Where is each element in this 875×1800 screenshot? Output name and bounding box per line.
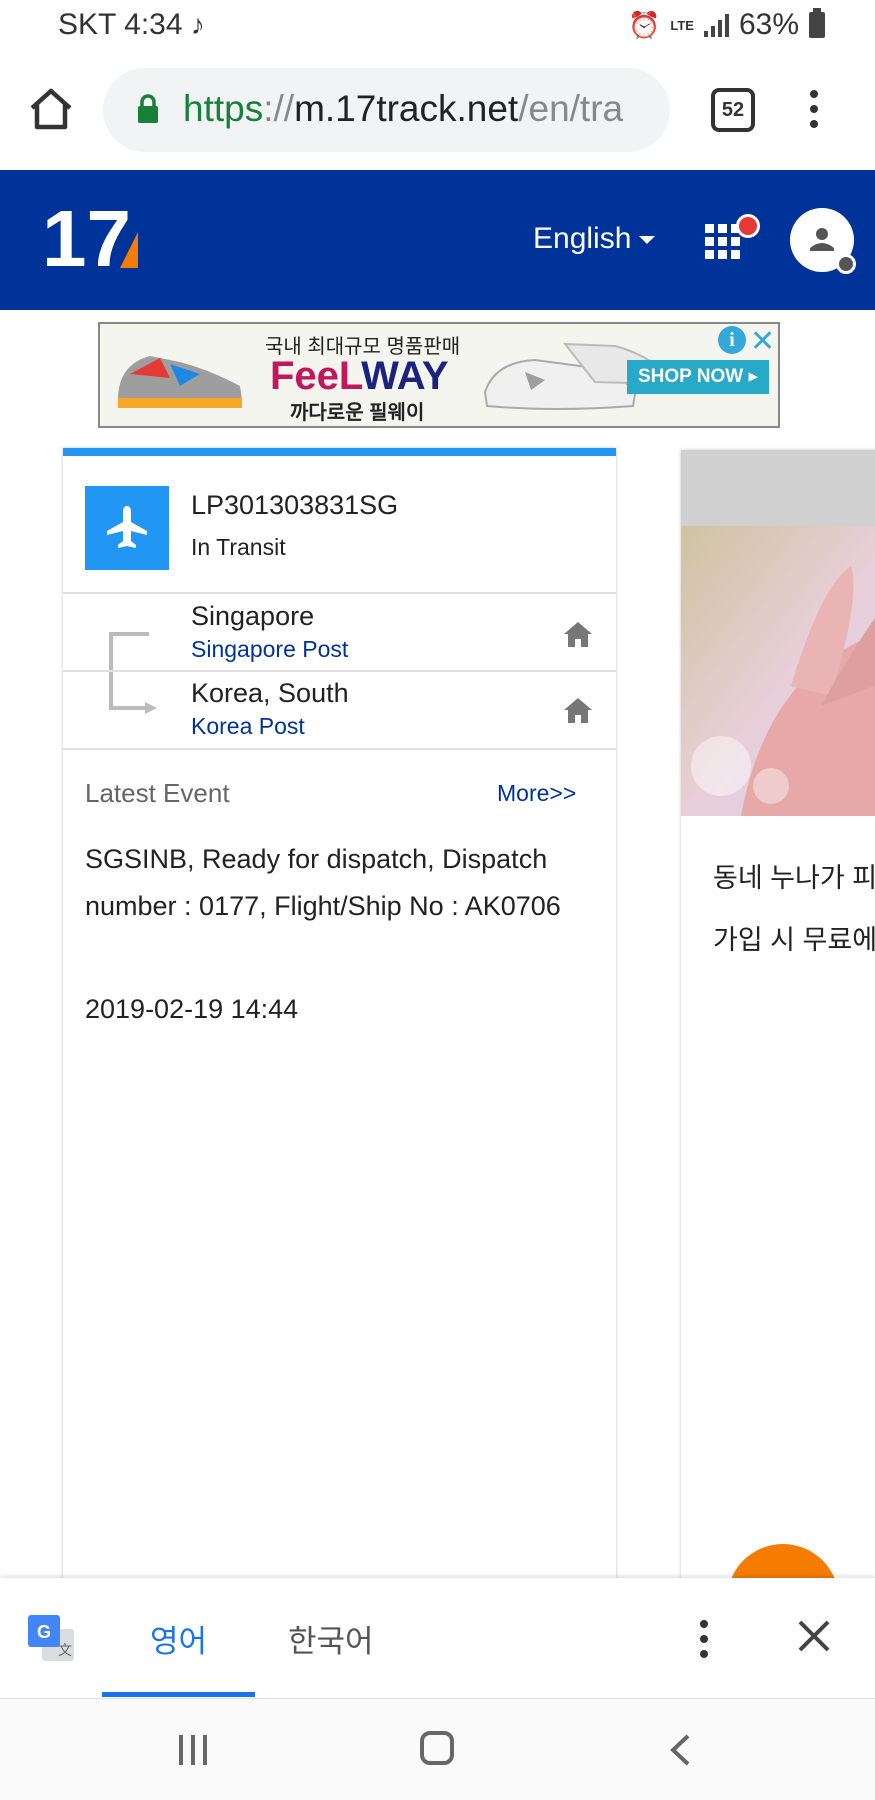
url-text: https://m.17track.net/en/tra bbox=[183, 88, 624, 129]
tab-source-language[interactable]: 영어 bbox=[150, 1616, 207, 1661]
17track-logo[interactable]: 17 bbox=[42, 198, 142, 278]
ad-brand: FeeLWAY bbox=[270, 354, 449, 398]
browser-toolbar: https://m.17track.net/en/tra 52 bbox=[0, 52, 875, 170]
browser-menu-icon[interactable] bbox=[810, 90, 820, 132]
tracking-number[interactable]: LP301303831SG bbox=[191, 490, 398, 521]
divider bbox=[63, 670, 616, 672]
airplane-icon bbox=[85, 486, 169, 570]
alarm-icon: ⏰ bbox=[627, 9, 661, 40]
side-ad-header bbox=[681, 450, 875, 526]
home-icon[interactable] bbox=[563, 696, 593, 724]
translate-bar: G 文 영어 한국어 bbox=[0, 1578, 875, 1698]
music-note-icon: ♪ bbox=[190, 9, 205, 40]
origin-carrier[interactable]: Singapore Post bbox=[191, 636, 348, 663]
divider bbox=[63, 592, 616, 594]
status-carrier-time: SKT 4:34 ♪ bbox=[58, 8, 205, 41]
ad-close-icon[interactable]: ✕ bbox=[750, 324, 775, 359]
caret-down-icon bbox=[639, 236, 656, 245]
avatar-status-dot bbox=[836, 254, 856, 274]
more-link[interactable]: More>> bbox=[497, 780, 576, 807]
language-label: English bbox=[533, 222, 632, 255]
address-bar[interactable]: https://m.17track.net/en/tra bbox=[103, 68, 670, 152]
shipment-status: In Transit bbox=[191, 534, 286, 560]
side-ad-line-2: 가입 시 무료에 bbox=[713, 925, 875, 955]
svg-text:G: G bbox=[37, 1622, 51, 1642]
origin-country: Singapore bbox=[191, 601, 315, 631]
latest-event-label: Latest Event bbox=[85, 778, 230, 808]
apps-grid-icon[interactable] bbox=[705, 224, 740, 259]
translate-menu-icon[interactable] bbox=[700, 1620, 710, 1662]
event-timestamp: 2019-02-19 14:44 bbox=[85, 994, 299, 1024]
battery-percent: 63% bbox=[738, 8, 799, 41]
signal-icon bbox=[703, 13, 729, 37]
destination-country: Korea, South bbox=[191, 678, 349, 708]
system-nav-bar bbox=[0, 1698, 875, 1800]
google-translate-icon: G 文 bbox=[28, 1615, 74, 1661]
back-icon[interactable] bbox=[668, 1733, 692, 1767]
nav-home-icon[interactable] bbox=[420, 1731, 454, 1765]
recent-apps-icon[interactable] bbox=[178, 1735, 208, 1765]
side-ad-line-1: 동네 누나가 피 bbox=[713, 863, 875, 893]
home-icon[interactable] bbox=[563, 620, 593, 648]
network-type: LTE bbox=[670, 17, 694, 33]
tab-target-language[interactable]: 한국어 bbox=[288, 1616, 374, 1661]
home-icon[interactable] bbox=[28, 86, 74, 132]
battery-icon bbox=[809, 8, 825, 38]
notification-dot bbox=[736, 214, 760, 238]
svg-text:文: 文 bbox=[58, 1643, 72, 1659]
ad-banner[interactable]: 국내 최대규모 명품판매 FeeLWAY 까다로운 필웨이 SHOP NOW ▸… bbox=[98, 322, 780, 428]
sneaker-image bbox=[118, 356, 242, 408]
destination-carrier[interactable]: Korea Post bbox=[191, 713, 305, 740]
side-ad-card[interactable]: 동네 누나가 피 가입 시 무료에 bbox=[681, 450, 875, 1580]
divider bbox=[63, 748, 616, 750]
site-header: 17 English bbox=[0, 170, 875, 310]
ad-info-icon[interactable]: i bbox=[718, 326, 746, 354]
lock-icon bbox=[138, 94, 158, 123]
logo-text: 17 bbox=[42, 198, 131, 278]
active-tab-indicator bbox=[102, 1692, 255, 1697]
language-selector[interactable]: English bbox=[533, 222, 656, 256]
status-icons: ⏰ LTE 63% bbox=[628, 8, 825, 42]
close-icon[interactable] bbox=[796, 1618, 832, 1654]
tracking-card: LP301303831SG In Transit Singapore Singa… bbox=[63, 448, 616, 1586]
shop-now-button[interactable]: SHOP NOW ▸ bbox=[627, 360, 769, 394]
status-bar: SKT 4:34 ♪ ⏰ LTE 63% bbox=[0, 0, 875, 52]
event-description: SGSINB, Ready for dispatch, Dispatch num… bbox=[85, 844, 561, 921]
tab-switcher-button[interactable]: 52 bbox=[711, 88, 755, 132]
ad-subtext: 까다로운 필웨이 bbox=[290, 402, 425, 424]
side-ad-image bbox=[681, 526, 875, 816]
